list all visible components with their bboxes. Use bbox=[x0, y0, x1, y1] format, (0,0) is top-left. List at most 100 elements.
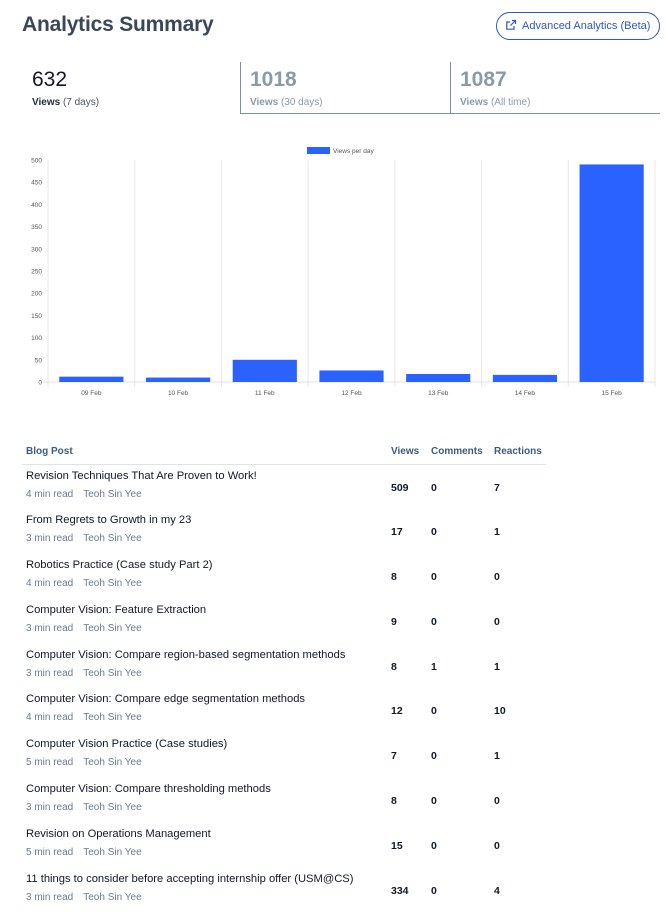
y-tick-label: 50 bbox=[35, 357, 43, 364]
post-title-link[interactable]: Robotics Practice (Case study Part 2) bbox=[26, 559, 383, 571]
post-meta: 3 min read Teoh Sin Yee bbox=[26, 623, 383, 634]
views-value: 15 bbox=[391, 839, 403, 852]
author-name: Teoh Sin Yee bbox=[83, 578, 142, 590]
bar bbox=[59, 376, 124, 382]
y-tick-label: 400 bbox=[31, 202, 42, 209]
reactions-value: 1 bbox=[494, 750, 500, 763]
post-cell: Revision on Operations Management 5 min r… bbox=[22, 823, 387, 868]
x-tick-label: 14 Feb bbox=[515, 390, 536, 397]
author-name: Teoh Sin Yee bbox=[83, 846, 142, 858]
y-tick-label: 100 bbox=[31, 335, 42, 342]
author-name: Teoh Sin Yee bbox=[83, 489, 142, 500]
table-row: Robotics Practice (Case study Part 2) 4 m… bbox=[22, 554, 546, 599]
stat-value: 632 bbox=[32, 68, 68, 91]
stat-label: Views (7 days) bbox=[32, 97, 100, 108]
author-name: Teoh Sin Yee bbox=[83, 667, 142, 679]
bar bbox=[232, 359, 297, 382]
y-tick-label: 300 bbox=[31, 246, 42, 253]
reactions-value: 1 bbox=[494, 526, 500, 539]
reactions-value: 1 bbox=[494, 660, 500, 673]
read-time: 4 min read bbox=[26, 712, 74, 724]
reactions-value: 7 bbox=[494, 482, 500, 494]
comments-value: 0 bbox=[431, 884, 437, 897]
col-header-reactions: Reactions bbox=[490, 442, 546, 465]
views-chart: 0 50 100 150 200 250 300 350 400 450 500 09 Feb 10 F… bbox=[0, 140, 666, 410]
post-title-link[interactable]: Revision Techniques That Are Proven to W… bbox=[26, 470, 383, 482]
read-time: 3 min read bbox=[26, 802, 74, 814]
y-tick-label: 150 bbox=[31, 313, 42, 320]
post-meta: 3 min read Teoh Sin Yee bbox=[26, 892, 383, 903]
views-chart-svg: 0 50 100 150 200 250 300 350 400 450 500 09 Feb 10 F… bbox=[31, 147, 656, 397]
stat-value: 1087 bbox=[460, 68, 507, 91]
post-title-link[interactable]: Computer Vision: Compare thresholding me… bbox=[26, 783, 383, 795]
views-value: 9 bbox=[391, 615, 397, 628]
post-title-link[interactable]: Computer Vision Practice (Case studies) bbox=[26, 738, 383, 750]
table-row: Computer Vision: Compare edge segmentati… bbox=[22, 688, 546, 733]
table-row: Computer Vision: Compare thresholding me… bbox=[22, 778, 546, 823]
author-name: Teoh Sin Yee bbox=[83, 533, 142, 545]
post-meta: 5 min read Teoh Sin Yee bbox=[26, 757, 383, 768]
views-value: 509 bbox=[391, 482, 409, 494]
post-meta: 3 min read Teoh Sin Yee bbox=[26, 533, 383, 544]
author-name: Teoh Sin Yee bbox=[83, 712, 142, 724]
comments-value: 0 bbox=[431, 839, 437, 852]
y-tick-label: 250 bbox=[31, 269, 42, 276]
post-cell: Computer Vision: Compare edge segmentati… bbox=[22, 688, 387, 733]
stat-value: 1018 bbox=[250, 68, 297, 91]
x-tick-label: 10 Feb bbox=[168, 390, 189, 397]
post-cell: Revision Techniques That Are Proven to W… bbox=[22, 465, 387, 510]
bar bbox=[579, 164, 644, 382]
comments-value: 0 bbox=[431, 482, 437, 494]
stat-label: Views (All time) bbox=[460, 97, 531, 108]
x-tick-label: 15 Feb bbox=[602, 390, 623, 397]
post-title-link[interactable]: 11 things to consider before accepting i… bbox=[26, 873, 383, 885]
post-meta: 4 min read Teoh Sin Yee bbox=[26, 712, 383, 723]
author-name: Teoh Sin Yee bbox=[83, 757, 142, 769]
table-row: Computer Vision Practice (Case studies) 5… bbox=[22, 733, 546, 778]
y-tick-label: 500 bbox=[31, 158, 42, 165]
post-title-link[interactable]: Computer Vision: Compare region-based se… bbox=[26, 649, 383, 661]
views-value: 8 bbox=[391, 571, 397, 584]
read-time: 3 min read bbox=[26, 891, 74, 903]
comments-value: 0 bbox=[431, 705, 437, 718]
comments-value: 0 bbox=[431, 571, 437, 584]
read-time: 4 min read bbox=[26, 578, 74, 590]
views-value: 7 bbox=[391, 750, 397, 763]
stat-tab-30-days[interactable]: 1018 Views (30 days) bbox=[240, 62, 450, 114]
stat-label: Views (30 days) bbox=[250, 97, 323, 108]
legend-swatch bbox=[307, 147, 330, 154]
post-cell: Computer Vision: Feature Extraction 3 min… bbox=[22, 599, 387, 644]
post-cell: From Regrets to Growth in my 23 3 min rea… bbox=[22, 509, 387, 554]
reactions-value: 10 bbox=[494, 705, 506, 718]
advanced-analytics-button[interactable]: Advanced Analytics (Beta) bbox=[496, 12, 660, 40]
external-link-icon bbox=[505, 19, 517, 34]
post-title-link[interactable]: From Regrets to Growth in my 23 bbox=[26, 514, 383, 526]
post-cell: 11 things to consider before accepting i… bbox=[22, 868, 387, 913]
col-header-blog-post: Blog Post bbox=[22, 442, 387, 465]
x-tick-label: 09 Feb bbox=[81, 390, 102, 397]
comments-value: 0 bbox=[431, 750, 437, 763]
author-name: Teoh Sin Yee bbox=[83, 891, 142, 903]
read-time: 5 min read bbox=[26, 757, 74, 769]
x-tick-label: 13 Feb bbox=[428, 390, 449, 397]
post-meta: 5 min read Teoh Sin Yee bbox=[26, 847, 383, 858]
post-title-link[interactable]: Computer Vision: Compare edge segmentati… bbox=[26, 693, 383, 705]
views-value: 334 bbox=[391, 884, 409, 897]
x-tick-label: 11 Feb bbox=[255, 390, 275, 397]
post-meta: 3 min read Teoh Sin Yee bbox=[26, 668, 383, 679]
table-row: Computer Vision: Feature Extraction 3 min… bbox=[22, 599, 546, 644]
comments-value: 0 bbox=[431, 526, 437, 539]
post-meta: 3 min read Teoh Sin Yee bbox=[26, 802, 383, 813]
post-title-link[interactable]: Computer Vision: Feature Extraction bbox=[26, 604, 383, 616]
post-title-link[interactable]: Revision on Operations Management bbox=[26, 828, 383, 840]
views-value: 8 bbox=[391, 795, 397, 808]
post-cell: Robotics Practice (Case study Part 2) 4 m… bbox=[22, 554, 387, 599]
bar bbox=[406, 374, 471, 382]
views-value: 8 bbox=[391, 660, 397, 673]
reactions-value: 0 bbox=[494, 795, 500, 808]
views-value: 17 bbox=[391, 526, 403, 539]
stat-tab-7-days[interactable]: 632 Views (7 days) bbox=[22, 62, 240, 114]
post-cell: Computer Vision: Compare thresholding me… bbox=[22, 778, 387, 823]
read-time: 4 min read bbox=[26, 489, 74, 500]
stat-tab-all-time[interactable]: 1087 Views (All time) bbox=[450, 62, 660, 114]
